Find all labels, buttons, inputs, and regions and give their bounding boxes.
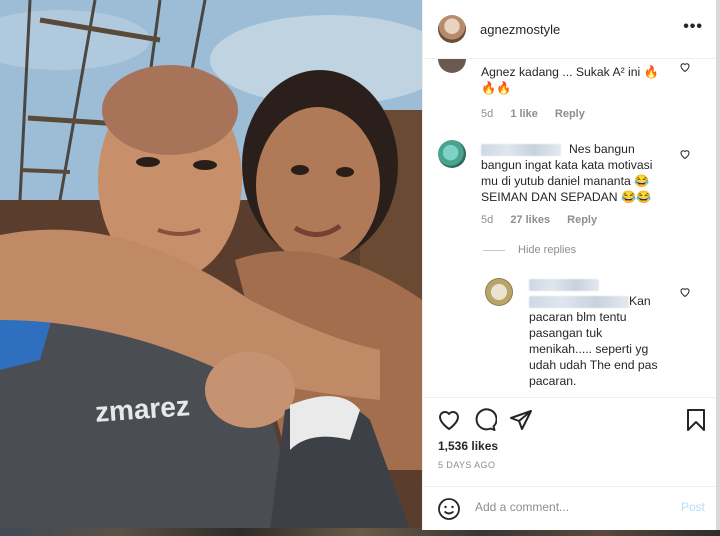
share-icon[interactable]	[509, 408, 533, 432]
comment-text-line: mu di yutub daniel mananta 😂	[481, 174, 650, 188]
comment-text-line: bangun ingat kata kata motivasi	[481, 158, 653, 172]
reply-like-heart-icon[interactable]	[679, 286, 691, 298]
hide-replies-button[interactable]: Hide replies	[518, 244, 576, 256]
comment-meta: 5d 27 likes Reply	[481, 214, 611, 226]
reply-text-line: Kan	[629, 294, 651, 308]
likes-count[interactable]: 1,536 likes	[438, 439, 498, 453]
add-comment-input[interactable]	[473, 499, 657, 515]
post-username[interactable]: agnezmostyle	[480, 22, 560, 37]
comment-text-line: SEIMAN DAN SEPADAN 😂😂	[481, 190, 652, 204]
reply-text-line: menikah..... seperti yg	[529, 342, 649, 356]
shirt-text: zmarez	[94, 390, 191, 428]
reply-avatar[interactable]	[485, 278, 513, 306]
comment-text-continued: 🔥🔥	[481, 81, 512, 95]
comment-text-line: Nes bangun	[569, 142, 635, 156]
heart-icon[interactable]	[437, 408, 461, 432]
bookmark-icon[interactable]	[685, 408, 707, 432]
blurred-username	[481, 144, 561, 156]
avatar[interactable]	[438, 15, 466, 43]
blurred-username	[529, 296, 629, 308]
emoji-icon[interactable]	[437, 497, 461, 521]
page-scrollbar[interactable]	[716, 0, 720, 530]
post-photo[interactable]: zmarez	[0, 0, 422, 530]
post-header: agnezmostyle •••	[423, 0, 717, 59]
blurred-username	[529, 279, 599, 291]
add-comment-bar: Post	[423, 486, 717, 531]
comment-meta: 5d 1 like Reply	[481, 108, 599, 120]
comment-avatar[interactable]	[438, 140, 466, 168]
comment-age: 5d	[481, 214, 494, 226]
comment-like-heart-icon[interactable]	[679, 61, 691, 73]
comments-list: Agnez kadang ... Sukak A² ini 🔥 🔥🔥 5d 1 …	[423, 59, 717, 397]
comment-reply-button[interactable]: Reply	[567, 214, 597, 226]
comment-age: 5d	[481, 108, 494, 120]
reply-text-line: pacaran.	[529, 374, 577, 388]
reply-text-line: udah udah The end pas	[529, 358, 658, 372]
post-actions: 1,536 likes 5 DAYS AGO	[423, 397, 717, 488]
reply-text-line: pasangan tuk	[529, 326, 603, 340]
comment-like-heart-icon[interactable]	[679, 148, 691, 160]
post-timestamp[interactable]: 5 DAYS AGO	[438, 460, 495, 470]
post-side-panel: agnezmostyle ••• Agnez kadang ... Sukak …	[422, 0, 717, 530]
divider	[483, 250, 505, 251]
comment-reply-button[interactable]: Reply	[555, 108, 585, 120]
comment-avatar[interactable]	[438, 59, 466, 73]
post-comment-button[interactable]: Post	[681, 500, 705, 514]
reply-text-line: pacaran blm tentu	[529, 310, 627, 324]
more-horizontal-icon[interactable]: •••	[683, 18, 703, 36]
comment-likes[interactable]: 27 likes	[510, 214, 550, 226]
comment-text: Agnez kadang ... Sukak A² ini 🔥	[481, 65, 659, 79]
photo-illustration: zmarez	[0, 0, 422, 530]
comment-likes[interactable]: 1 like	[510, 108, 538, 120]
comment-icon[interactable]	[473, 408, 497, 432]
